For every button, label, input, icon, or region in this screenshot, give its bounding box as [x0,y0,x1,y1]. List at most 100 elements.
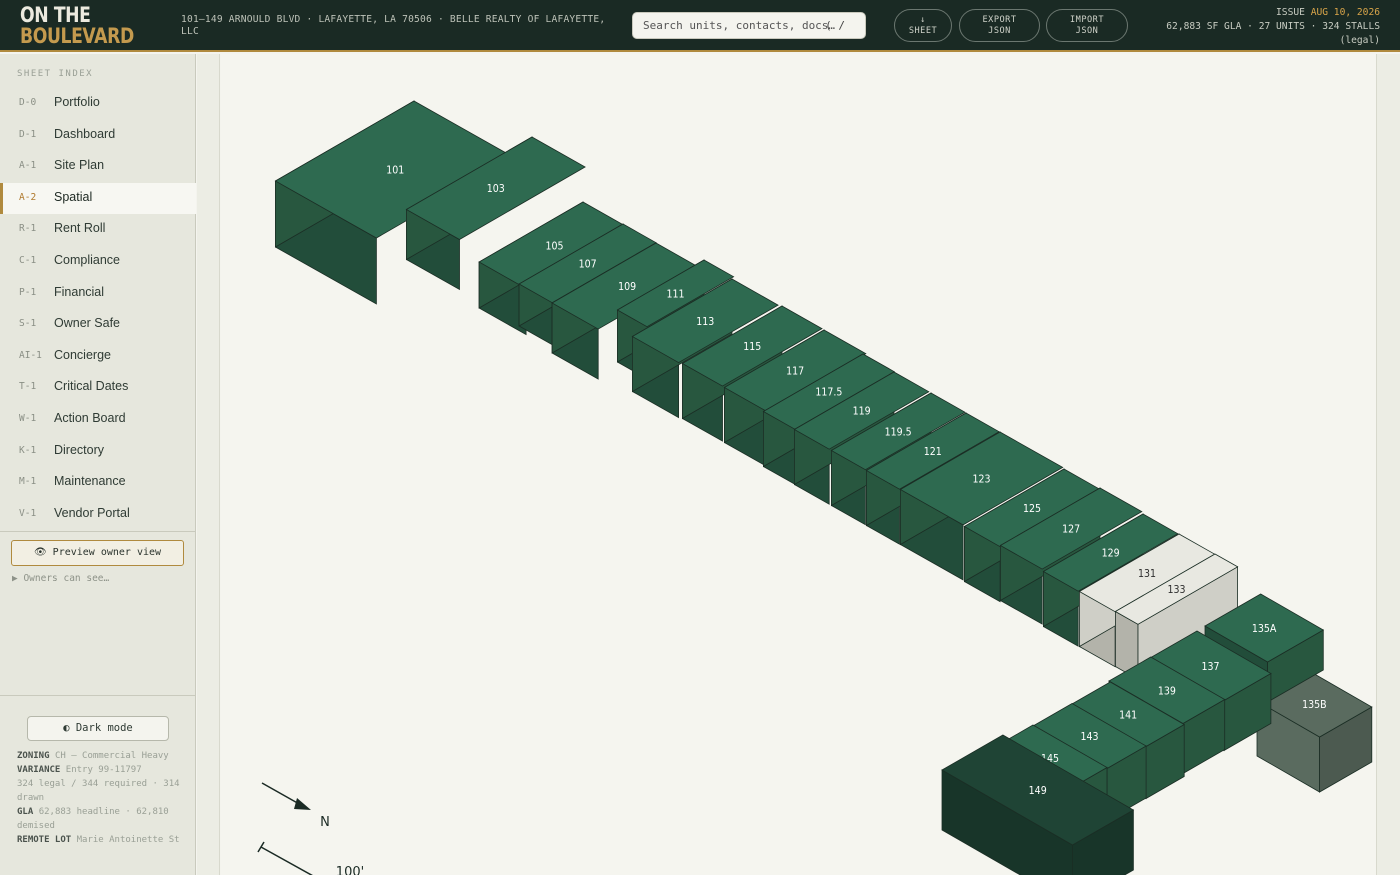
spatial-canvas[interactable]: 101 103 105 107 109 111 113 115 117 117.5 119 119.5… [221,54,1376,875]
sheet-label: Critical Dates [54,379,129,394]
sidebar-item-compliance[interactable]: C-1 Compliance [0,246,196,277]
sidebar-item-concierge[interactable]: AI-1 Concierge [0,341,196,372]
sheet-margin-right [1376,54,1400,875]
sidebar-item-dashboard[interactable]: D-1 Dashboard [0,120,196,151]
north-label: N [320,815,330,830]
property-facts: ZONING CH — Commercial Heavy VARIANCE En… [17,749,187,847]
unit-label: 135B [1302,699,1327,711]
dark-mode-toggle[interactable]: ◐ Dark mode [27,716,169,741]
unit-label: 101 [386,165,404,177]
search-shortcut-hint: ( / [825,19,845,32]
sheet-label: Action Board [54,411,126,425]
import-line-1: IMPORT [1069,15,1105,25]
unit-label: 143 [1081,731,1099,743]
fact-stalls: 324 legal / 344 required · 314 drawn [17,779,180,803]
scale-bar: 100' [257,841,364,875]
sidebar-item-site-plan[interactable]: A-1 Site Plan [0,151,196,182]
download-icon: ↓ [920,15,926,25]
sheet-code: S-1 [19,318,37,330]
import-line-2: JSON [1075,26,1099,36]
sidebar-divider [0,531,196,532]
sheet-label: Vendor Portal [54,505,130,520]
brand-line-2: BOULEVARD [20,24,134,48]
sheet-label: Site Plan [54,158,105,173]
unit-label: 111 [666,288,684,300]
sheet-label: Spatial [54,189,93,204]
unit-label: 113 [696,316,714,328]
sheet-code: R-1 [19,223,37,235]
fact-variance: VARIANCE Entry 99-11797 [17,765,142,775]
sheet-code: D-1 [19,128,37,140]
sheet-label: Rent Roll [54,221,106,236]
search-placeholder: Search units, contacts, docs… [643,19,836,32]
unit-label: 139 [1158,685,1176,697]
brand-logo[interactable]: ON THE BOULEVARD [20,5,134,47]
sheet-code: W-1 [19,413,37,424]
preview-owner-view-button[interactable]: 👁 Preview owner view [11,540,184,566]
top-bar: ON THE BOULEVARD 101–149 ARNOULD BLVD · … [0,0,1400,52]
unit-label: 109 [618,281,636,293]
unit-label: 129 [1102,548,1120,560]
sidebar-item-owner-safe[interactable]: S-1 Owner Safe [0,309,196,340]
unit-label: 117.5 [815,387,842,399]
sheet-code: K-1 [19,444,37,456]
isometric-site-model[interactable]: 101 103 105 107 109 111 113 115 117 117.5 119 119.5… [221,54,1376,875]
import-json-button[interactable]: IMPORT JSON [1046,9,1128,42]
property-stats-note: (legal) [1339,35,1380,46]
unit-label: 135A [1252,623,1277,635]
sidebar-item-vendor-portal[interactable]: V-1 Vendor Portal [0,499,196,530]
sheet-code: D-0 [19,97,37,108]
sheet-label: Concierge [54,347,111,362]
unit-label: 133 [1168,584,1186,596]
north-arrow: N [261,782,330,830]
scale-label: 100' [336,865,364,875]
search-input[interactable]: Search units, contacts, docs… ( / [632,12,866,39]
sidebar-item-action-board[interactable]: W-1 Action Board [0,404,196,435]
unit-label: 119 [853,406,871,418]
sheet-code: M-1 [19,476,37,488]
sheet-label: Portfolio [54,95,100,109]
sidebar: SHEET INDEX D-0 Portfolio D-1 Dashboard A-1 S… [0,54,196,875]
sheet-label: Directory [54,442,105,457]
sidebar-item-maintenance[interactable]: M-1 Maintenance [0,467,196,498]
sidebar-item-financial[interactable]: P-1 Financial [0,278,196,309]
unit-label: 127 [1062,524,1080,536]
sheet-code: V-1 [19,507,37,519]
sheet-label: Maintenance [54,474,126,489]
unit-label: 149 [1029,785,1047,797]
sidebar-divider-bottom [0,695,196,696]
owners-can-see-toggle[interactable]: ▶ Owners can see… [12,573,109,584]
unit-label: 131 [1138,568,1156,580]
export-json-button[interactable]: EXPORT JSON [959,9,1040,42]
unit-label: 119.5 [885,426,912,438]
unit-label: 107 [579,258,597,270]
sidebar-item-directory[interactable]: K-1 Directory [0,436,196,467]
property-address: 101–149 ARNOULD BLVD · LAFAYETTE, LA 705… [181,14,606,37]
sheet-label: Compliance [54,253,121,267]
unit-label: 117 [786,366,804,378]
property-stats: 62,883 SF GLA · 27 UNITS · 324 STALLS [1166,21,1380,32]
download-sheet-button[interactable]: ↓ SHEET [894,9,952,42]
sheet-code: AI-1 [19,349,42,361]
sidebar-item-rent-roll[interactable]: R-1 Rent Roll [0,214,196,245]
unit-label: 115 [743,341,761,353]
issue-date: AUG 10, 2026 [1310,7,1380,18]
sheet-label: Dashboard [54,126,116,141]
unit-label: 137 [1201,661,1219,673]
issue-label: ISSUE [1276,7,1305,18]
fact-zoning: ZONING CH — Commercial Heavy [17,751,169,761]
fact-gla: GLA 62,883 headline · 62,810 demised [17,807,169,831]
sidebar-item-portfolio[interactable]: D-0 Portfolio [0,88,196,119]
fact-remote-lot: REMOTE LOT Marie Antoinette St [17,835,180,845]
unit-label: 125 [1023,503,1041,515]
sidebar-item-critical-dates[interactable]: T-1 Critical Dates [0,372,196,403]
export-line-1: EXPORT [982,15,1017,25]
brand-line-1: ON THE [20,3,91,27]
sheet-index-title: SHEET INDEX [17,69,94,79]
sheet-code: P-1 [19,286,37,298]
unit-label: 123 [973,473,991,485]
sidebar-item-spatial[interactable]: A-2 Spatial [0,182,196,214]
sheet-code: A-1 [19,160,37,172]
export-line-2: JSON [988,26,1011,36]
sheet-code: T-1 [19,381,37,393]
